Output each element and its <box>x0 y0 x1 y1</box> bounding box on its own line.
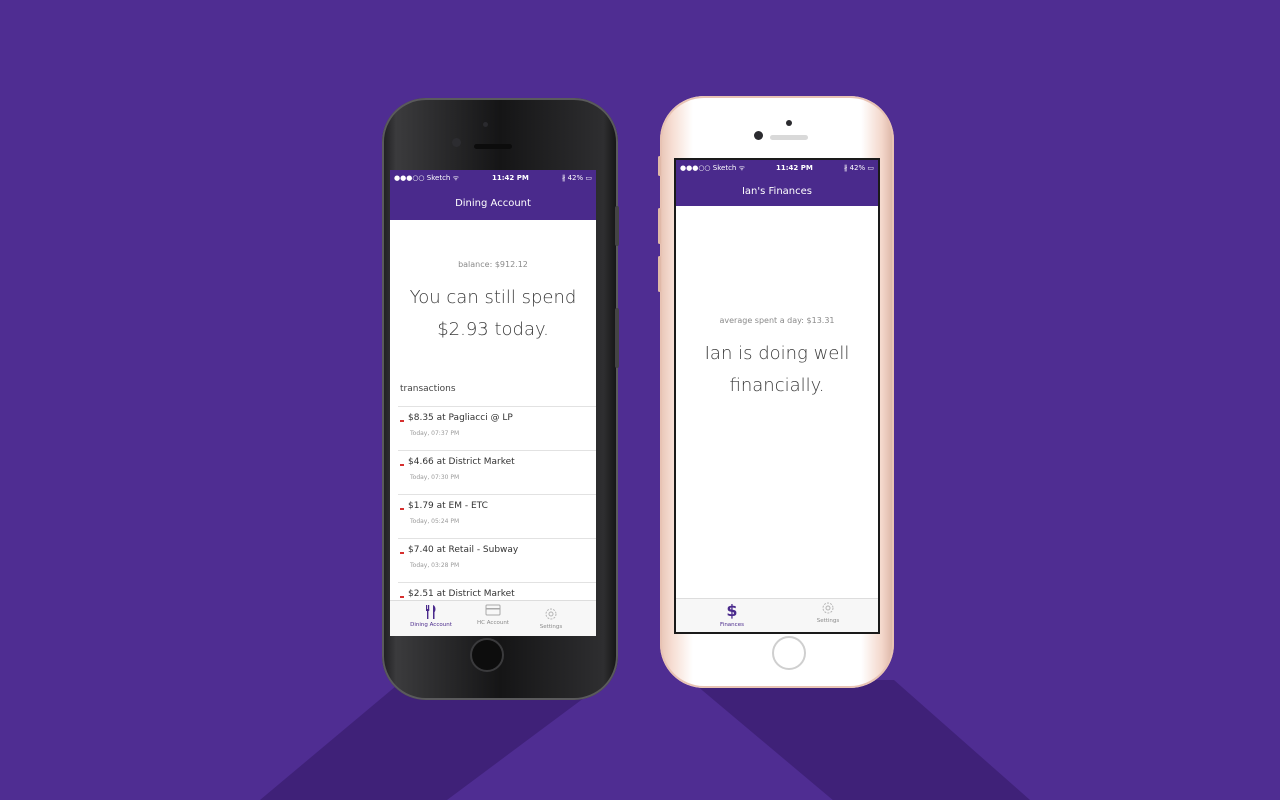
status-carrier: ●●●○○ Sketch ᯤ <box>394 173 459 182</box>
phone-rose-gold-speaker <box>770 135 808 140</box>
tab-finances[interactable]: $ Finances <box>692 601 772 629</box>
transactions-label: transactions <box>400 384 456 394</box>
phone-dark-side-button-2 <box>615 308 619 368</box>
nav-bar: Dining Account <box>390 186 596 220</box>
tab-bar: $ Finances Settings <box>676 598 878 632</box>
tab-label: HC Account <box>477 620 509 626</box>
finances-headline: Ian is doing well financially. <box>676 338 878 402</box>
debit-marker <box>400 508 404 510</box>
spend-headline-line2: $2.93 today. <box>437 319 549 340</box>
status-bar: ●●●○○ Sketch ᯤ 11:42 PM ∦ 42% ▭ <box>390 170 596 186</box>
status-carrier: ●●●○○ Sketch ᯤ <box>680 163 745 172</box>
dining-content: balance: $912.12 You can still spend $2.… <box>390 220 596 636</box>
gear-icon <box>545 608 557 620</box>
nav-title: Dining Account <box>455 197 531 209</box>
phone-dark-side-button <box>615 206 619 246</box>
status-time: 11:42 PM <box>492 174 529 182</box>
tab-settings[interactable]: Settings <box>788 601 868 624</box>
card-icon <box>485 604 501 616</box>
transaction-amount: $2.51 at District Market <box>408 589 515 599</box>
phone-rose-gold-front-camera <box>754 131 763 140</box>
balance-label: balance: $912.12 <box>458 260 528 269</box>
transaction-time: Today, 07:37 PM <box>410 430 460 437</box>
finances-content: average spent a day: $13.31 Ian is doing… <box>676 206 878 632</box>
tab-label: Finances <box>720 622 744 628</box>
status-time: 11:42 PM <box>776 164 813 172</box>
tab-label: Settings <box>816 618 840 624</box>
transaction-row[interactable]: $4.66 at District Market Today, 07:30 PM <box>398 451 596 495</box>
transaction-amount: $1.79 at EM - ETC <box>408 501 488 511</box>
phone-rose-gold-volume-down <box>658 256 661 292</box>
fork-knife-icon <box>426 605 436 619</box>
transaction-amount: $7.40 at Retail - Subway <box>408 545 519 555</box>
tab-settings[interactable]: Settings <box>514 607 588 630</box>
debit-marker <box>400 420 404 422</box>
transaction-row[interactable]: $8.35 at Pagliacci @ LP Today, 07:37 PM <box>398 407 596 451</box>
status-battery: ∦ 42% ▭ <box>843 164 874 172</box>
phone-rose-gold: ●●●○○ Sketch ᯤ 11:42 PM ∦ 42% ▭ Ian's Fi… <box>658 96 894 688</box>
phone-dark-front-camera <box>452 138 461 147</box>
finances-headline-line2: financially. <box>729 375 825 396</box>
average-label: average spent a day: $13.31 <box>719 316 835 325</box>
transaction-time: Today, 07:30 PM <box>410 474 460 481</box>
transactions-list: $8.35 at Pagliacci @ LP Today, 07:37 PM … <box>390 407 596 627</box>
dollar-icon: $ <box>726 601 738 620</box>
phone-dark-speaker <box>474 144 512 149</box>
phone-dark: ●●●○○ Sketch ᯤ 11:42 PM ∦ 42% ▭ Dining A… <box>382 98 619 700</box>
dining-screen: ●●●○○ Sketch ᯤ 11:42 PM ∦ 42% ▭ Dining A… <box>390 170 596 636</box>
tab-label: Dining Account <box>410 622 452 628</box>
phone-shadow-right <box>690 680 1030 800</box>
status-bar: ●●●○○ Sketch ᯤ 11:42 PM ∦ 42% ▭ <box>676 160 878 176</box>
phone-rose-gold-volume-up <box>658 208 661 244</box>
phone-rose-gold-side-button <box>658 156 661 176</box>
phone-dark-sensor <box>483 122 488 127</box>
transaction-row[interactable]: $1.79 at EM - ETC Today, 05:24 PM <box>398 495 596 539</box>
debit-marker <box>400 596 404 598</box>
phone-shadow-left <box>260 686 600 800</box>
tab-bar: Dining Account HC Account Settings <box>390 600 596 636</box>
tab-label: Settings <box>539 624 563 630</box>
debit-marker <box>400 552 404 554</box>
spend-headline-line1: You can still spend <box>409 287 577 308</box>
debit-marker <box>400 464 404 466</box>
phone-rose-gold-sensor <box>786 120 792 126</box>
transaction-time: Today, 03:28 PM <box>410 562 460 569</box>
nav-bar: Ian's Finances <box>676 176 878 206</box>
finances-headline-line1: Ian is doing well <box>704 343 850 364</box>
finances-screen: ●●●○○ Sketch ᯤ 11:42 PM ∦ 42% ▭ Ian's Fi… <box>674 158 880 634</box>
transaction-row[interactable]: $7.40 at Retail - Subway Today, 03:28 PM <box>398 539 596 583</box>
transaction-amount: $4.66 at District Market <box>408 457 515 467</box>
transaction-time: Today, 05:24 PM <box>410 518 460 525</box>
status-battery: ∦ 42% ▭ <box>561 174 592 182</box>
phone-dark-home-button[interactable] <box>470 638 504 672</box>
spend-headline: You can still spend $2.93 today. <box>390 282 596 346</box>
transaction-amount: $8.35 at Pagliacci @ LP <box>408 413 513 423</box>
nav-title: Ian's Finances <box>741 185 813 197</box>
gear-icon <box>822 602 834 614</box>
phone-rose-gold-home-button[interactable] <box>772 636 806 670</box>
